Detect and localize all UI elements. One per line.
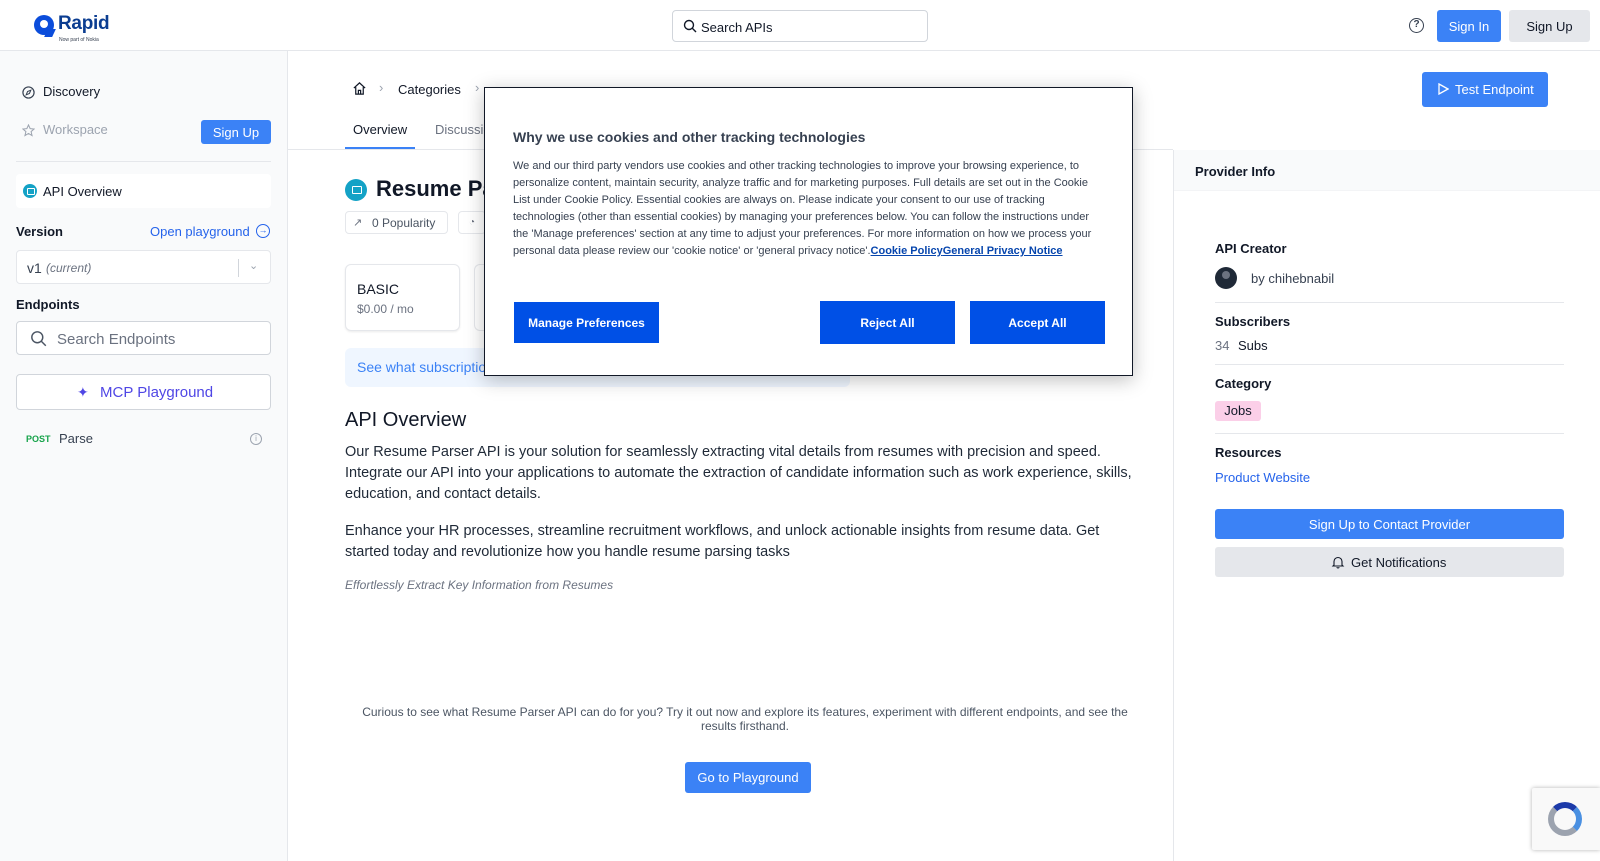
help-icon[interactable]: ? (1409, 18, 1424, 33)
sidebar-sign-up-button[interactable]: Sign Up (201, 120, 271, 144)
compass-icon (22, 86, 35, 99)
subscribers-label: Subscribers (1215, 314, 1291, 329)
sidebar-item-label: Discovery (43, 84, 101, 99)
overview-paragraph: Enhance your HR processes, streamline re… (345, 523, 1100, 560)
breadcrumb-categories[interactable]: Categories (398, 82, 461, 97)
sidebar: Discovery Workspace Sign Up API Overview… (0, 51, 288, 861)
divider (1215, 433, 1564, 434)
get-notifications-button[interactable]: Get Notifications (1215, 547, 1564, 577)
recaptcha-icon (1548, 802, 1582, 836)
divider (1215, 364, 1564, 365)
trending-up-icon: ↗ (353, 217, 363, 229)
category-label: Category (1215, 376, 1272, 391)
subscribers-count: 34 (1215, 338, 1230, 353)
divider (1215, 302, 1564, 303)
plan-price: $0.00 / mo (357, 302, 414, 316)
avatar[interactable] (1215, 267, 1237, 289)
overview-heading: API Overview (345, 409, 467, 431)
endpoints-label: Endpoints (16, 297, 80, 312)
contact-provider-button[interactable]: Sign Up to Contact Provider (1215, 509, 1564, 539)
sidebar-item-workspace[interactable]: Workspace (22, 122, 108, 137)
mcp-playground-label: MCP Playground (100, 384, 214, 401)
play-icon (1438, 83, 1449, 95)
provider-header: Provider Info (1174, 150, 1600, 191)
bell-icon (1331, 556, 1345, 569)
chevron-right-icon: › (379, 80, 384, 95)
home-icon[interactable] (352, 81, 367, 96)
accept-all-button[interactable]: Accept All (970, 301, 1105, 344)
product-website-link[interactable]: Product Website (1215, 470, 1310, 485)
plan-name: BASIC (357, 281, 400, 297)
test-endpoint-button[interactable]: Test Endpoint (1422, 72, 1548, 107)
subscribers-unit: Subs (1238, 338, 1268, 353)
version-current: (current) (46, 261, 92, 275)
rapid-logo[interactable]: Rapid Now part of Nokia (34, 13, 124, 43)
sidebar-item-label: API Overview (43, 184, 122, 199)
active-tab-indicator (345, 147, 415, 149)
sign-in-button[interactable]: Sign In (1437, 10, 1501, 42)
cookie-title: Why we use cookies and other tracking te… (513, 129, 866, 145)
version-label: Version (16, 224, 63, 239)
provider-panel: Provider Info API Creator by chihebnabil… (1173, 150, 1600, 861)
endpoint-item[interactable]: POST Parse i (16, 429, 271, 451)
mcp-playground-button[interactable]: ✦ MCP Playground (16, 374, 271, 410)
tagline: Effortlessly Extract Key Information fro… (345, 578, 614, 592)
sidebar-item-api-overview[interactable]: API Overview (16, 174, 271, 208)
api-search[interactable] (672, 10, 928, 42)
search-endpoints-input[interactable] (57, 328, 257, 350)
cookie-consent-dialog: Why we use cookies and other tracking te… (484, 87, 1133, 376)
api-creator-label: API Creator (1215, 241, 1287, 256)
category-badge[interactable]: Jobs (1215, 401, 1261, 421)
popularity-badge: ↗ 0 Popularity (345, 211, 448, 234)
chevron-down-icon: ⌄ (249, 260, 259, 272)
manage-preferences-button[interactable]: Manage Preferences (514, 302, 659, 343)
sidebar-item-label: Workspace (43, 122, 108, 137)
search-input[interactable] (701, 17, 921, 37)
endpoint-search[interactable] (16, 321, 271, 355)
tab-overview[interactable]: Overview (353, 122, 407, 137)
search-icon (683, 19, 697, 33)
version-select[interactable]: v1 (current) ⌄ (16, 250, 271, 284)
endpoint-method: POST (26, 434, 51, 444)
chevron-right-icon: › (475, 80, 480, 95)
overview-paragraph: Our Resume Parser API is your solution f… (345, 444, 1132, 502)
reject-all-button[interactable]: Reject All (820, 301, 955, 344)
endpoint-name: Parse (59, 431, 93, 446)
privacy-notice-link[interactable]: General Privacy Notice (943, 245, 1063, 257)
star-icon (22, 124, 35, 137)
resources-label: Resources (1215, 445, 1282, 460)
arrow-right-circle-icon[interactable]: → (256, 224, 270, 238)
creator-name[interactable]: by chihebnabil (1251, 271, 1334, 286)
plan-card-basic[interactable]: BASIC $0.00 / mo (345, 264, 460, 331)
api-icon (345, 179, 367, 201)
sign-up-button[interactable]: Sign Up (1509, 10, 1590, 42)
search-icon (31, 331, 47, 347)
cookie-body: We and our third party vendors use cooki… (513, 160, 1092, 257)
go-to-playground-button[interactable]: Go to Playground (685, 762, 811, 793)
rss-icon: ◔ (458, 211, 486, 234)
logo-subtitle: Now part of Nokia (59, 37, 99, 43)
open-playground-link[interactable]: Open playground (150, 224, 250, 239)
sidebar-item-discovery[interactable]: Discovery (22, 84, 100, 99)
playground-prompt: Curious to see what Resume Parser API ca… (362, 705, 1128, 733)
info-icon[interactable]: i (250, 433, 262, 445)
divider (16, 161, 271, 162)
version-value: v1 (27, 260, 42, 276)
recaptcha-badge[interactable] (1532, 788, 1600, 850)
sparkle-icon: ✦ (77, 384, 89, 400)
top-bar: Rapid Now part of Nokia ? Sign In Sign U… (0, 0, 1600, 51)
cookie-policy-link[interactable]: Cookie Policy (871, 245, 943, 257)
logo-text: Rapid (58, 13, 110, 34)
api-icon (23, 184, 37, 198)
